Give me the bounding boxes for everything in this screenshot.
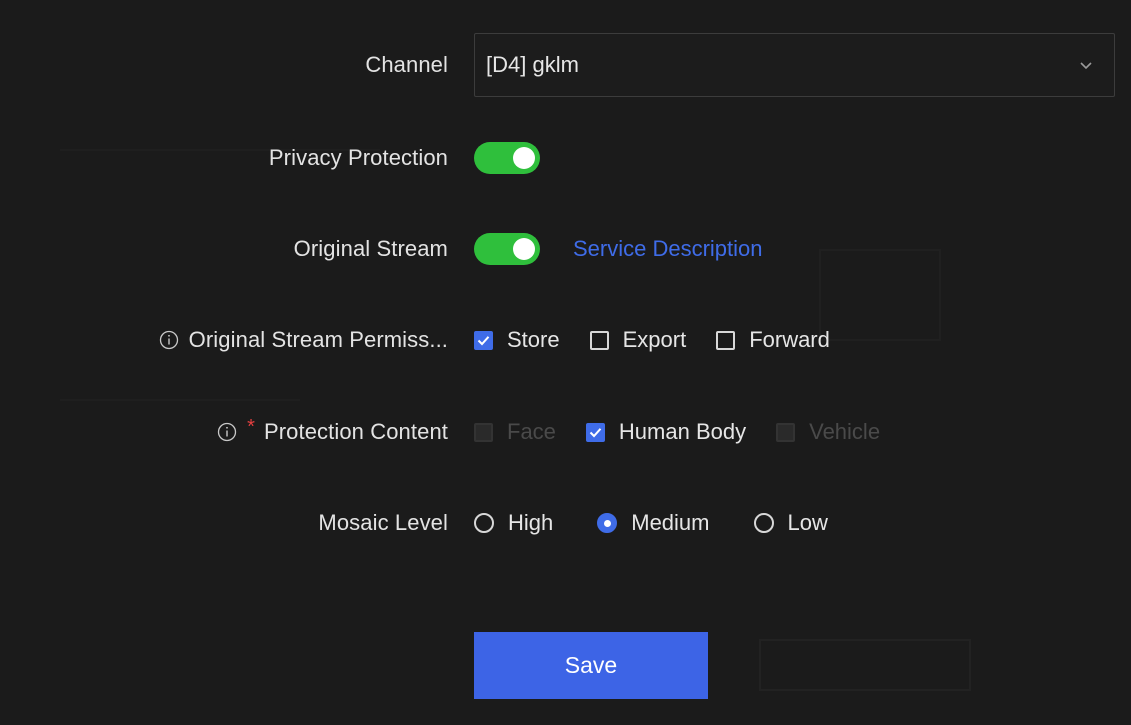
face-checkbox[interactable]: Face xyxy=(474,419,556,445)
forward-checkbox[interactable]: Forward xyxy=(716,327,830,353)
mosaic-high-label: High xyxy=(508,510,554,535)
channel-select[interactable]: [D4] gklm xyxy=(474,33,1115,97)
privacy-protection-toggle[interactable] xyxy=(474,142,540,174)
checkbox-unchecked-icon xyxy=(589,330,609,350)
required-asterisk: * xyxy=(247,415,255,438)
privacy-protection-row: Privacy Protection xyxy=(0,140,1131,176)
privacy-settings-page: Channel [D4] gklm Privacy Protection Ori… xyxy=(0,0,1131,725)
mosaic-medium-radio[interactable]: Medium xyxy=(597,510,710,536)
mosaic-level-label-container: Mosaic Level xyxy=(0,510,448,536)
checkbox-unchecked-icon xyxy=(716,330,736,350)
mosaic-low-radio[interactable]: Low xyxy=(753,510,828,536)
protection-content-label: Protection Content xyxy=(263,419,448,444)
export-checkbox[interactable]: Export xyxy=(589,327,687,353)
human-body-checkbox[interactable]: Human Body xyxy=(585,419,747,445)
mosaic-level-row: Mosaic Level High Medium Low xyxy=(0,505,1131,541)
original-stream-toggle[interactable] xyxy=(474,233,540,265)
mosaic-level-label: Mosaic Level xyxy=(318,510,448,535)
store-checkbox-label: Store xyxy=(507,327,560,352)
original-stream-label-container: Original Stream xyxy=(0,236,448,262)
checkbox-checked-icon xyxy=(474,330,493,350)
channel-select-value: [D4] gklm xyxy=(486,52,579,77)
info-icon[interactable] xyxy=(158,329,180,351)
info-icon[interactable] xyxy=(216,421,238,443)
channel-label: Channel xyxy=(365,52,448,77)
toggle-knob xyxy=(513,147,535,169)
mosaic-level-field: High Medium Low xyxy=(474,510,872,536)
mosaic-low-label: Low xyxy=(787,510,828,535)
mosaic-high-radio[interactable]: High xyxy=(474,510,553,536)
privacy-protection-field xyxy=(474,142,540,174)
original-stream-row: Original Stream Service Description xyxy=(0,231,1131,267)
radio-dot xyxy=(603,519,611,527)
protection-content-label-container: * Protection Content xyxy=(0,415,448,445)
store-checkbox[interactable]: Store xyxy=(474,327,560,353)
vehicle-checkbox-label: Vehicle xyxy=(809,419,881,444)
checkbox-disabled-icon xyxy=(776,422,796,442)
human-body-checkbox-label: Human Body xyxy=(618,419,747,444)
privacy-protection-label-container: Privacy Protection xyxy=(0,145,448,171)
stream-permissions-label-container: Original Stream Permiss... xyxy=(0,327,448,353)
service-description-link[interactable]: Service Description xyxy=(573,236,763,262)
toggle-knob xyxy=(513,238,535,260)
radio-selected-icon xyxy=(597,513,618,533)
checkbox-checked-icon xyxy=(585,422,605,442)
mosaic-medium-label: Medium xyxy=(631,510,710,535)
background-pattern xyxy=(0,0,1131,725)
radio-unselected-icon xyxy=(474,513,494,533)
checkbox-disabled-icon xyxy=(474,422,493,442)
privacy-protection-label: Privacy Protection xyxy=(268,145,448,170)
forward-checkbox-label: Forward xyxy=(749,327,830,352)
vehicle-checkbox[interactable]: Vehicle xyxy=(776,419,880,445)
stream-permissions-row: Original Stream Permiss... Store Export … xyxy=(0,322,1131,358)
face-checkbox-label: Face xyxy=(507,419,556,444)
original-stream-label: Original Stream xyxy=(293,236,448,261)
protection-content-field: Face Human Body Vehicle xyxy=(474,419,910,445)
original-stream-field: Service Description xyxy=(474,233,763,265)
channel-label-container: Channel xyxy=(0,52,448,78)
protection-content-row: * Protection Content Face Human Body Veh… xyxy=(0,414,1131,450)
radio-unselected-icon xyxy=(753,513,774,533)
stream-permissions-label: Original Stream Permiss... xyxy=(188,327,448,352)
stream-permissions-field: Store Export Forward xyxy=(474,327,860,353)
export-checkbox-label: Export xyxy=(622,327,687,352)
chevron-down-icon xyxy=(1078,58,1094,72)
save-button[interactable]: Save xyxy=(474,632,708,699)
